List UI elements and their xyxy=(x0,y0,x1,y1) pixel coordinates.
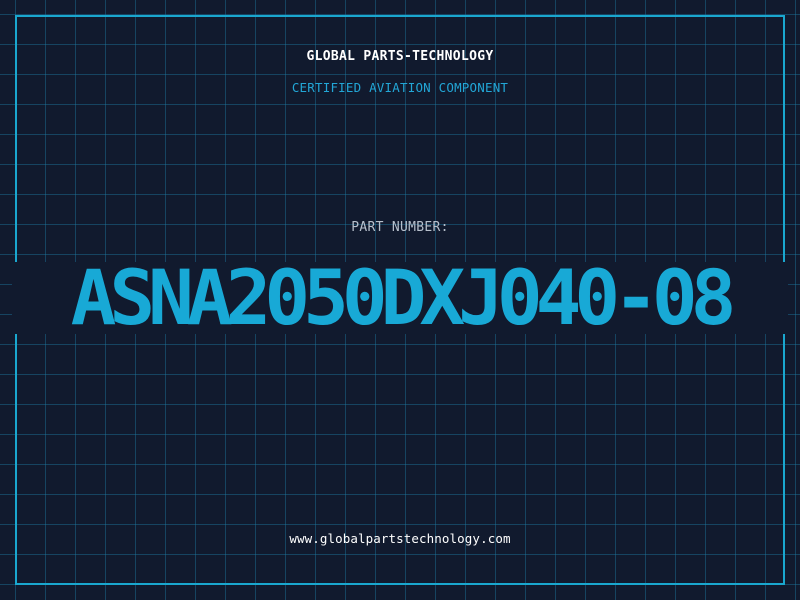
part-number-label: PART NUMBER: xyxy=(351,220,449,235)
website-url: www.globalpartstechnology.com xyxy=(289,531,511,546)
certification-subtitle: CERTIFIED AVIATION COMPONENT xyxy=(291,80,509,95)
company-name: GLOBAL PARTS-TECHNOLOGY xyxy=(306,49,494,64)
part-number-value: ASNA2050DXJ040-08 xyxy=(70,253,737,342)
part-certificate-card: GLOBAL PARTS-TECHNOLOGY CERTIFIED AVIATI… xyxy=(0,0,800,600)
